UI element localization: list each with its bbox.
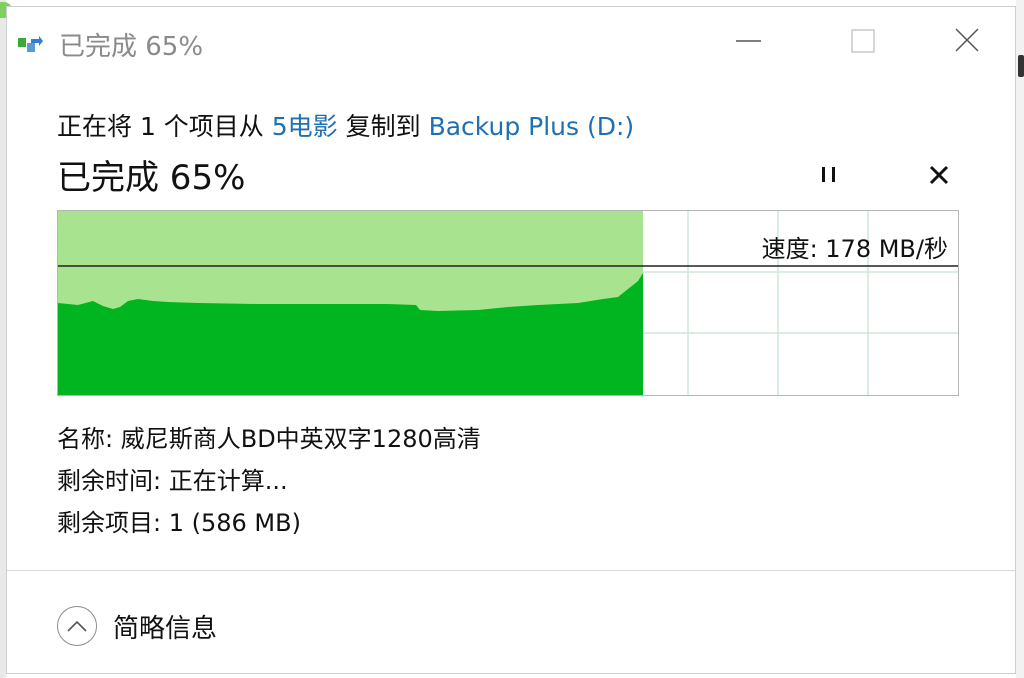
cancel-button[interactable] xyxy=(921,157,957,193)
detail-name-row: 名称: 威尼斯商人BD中英双字1280高清 xyxy=(57,419,481,461)
time-remaining-label: 剩余时间: xyxy=(57,467,162,495)
copy-summary: 正在将 1 个项目从 5电影 复制到 Backup Plus (D:) xyxy=(57,107,634,143)
close-window-button[interactable] xyxy=(942,21,992,61)
maximize-button[interactable] xyxy=(839,21,889,61)
detail-items-row: 剩余项目: 1 (586 MB) xyxy=(57,503,481,545)
fewer-details-label: 简略信息 xyxy=(113,613,218,644)
source-folder-link[interactable]: 5电影 xyxy=(272,112,338,141)
file-copy-icon xyxy=(18,36,43,52)
close-icon xyxy=(955,28,979,52)
chevron-up-icon xyxy=(67,620,87,632)
name-label: 名称: xyxy=(57,425,114,453)
cancel-icon xyxy=(929,165,949,185)
summary-middle: 复制到 xyxy=(337,112,429,141)
items-remaining-label: 剩余项目: xyxy=(57,509,162,537)
detail-time-row: 剩余时间: 正在计算... xyxy=(57,461,481,503)
time-remaining-value: 正在计算... xyxy=(168,467,288,495)
footer-divider xyxy=(7,570,1015,571)
destination-drive-link[interactable]: Backup Plus (D:) xyxy=(429,112,635,141)
maximize-icon xyxy=(851,29,875,53)
fewer-details-toggle[interactable]: 简略信息 xyxy=(57,603,217,649)
window-title: 已完成 65% xyxy=(59,32,204,62)
copy-progress-dialog: 已完成 65% 正在将 1 个项目从 5电影 复制到 Backup Plus (… xyxy=(6,6,1016,674)
background-edge-right xyxy=(1016,0,1024,678)
pause-button[interactable] xyxy=(811,157,847,193)
name-value: 威尼斯商人BD中英双字1280高清 xyxy=(120,425,481,453)
summary-prefix: 正在将 1 个项目从 xyxy=(57,112,272,141)
toggle-circle[interactable] xyxy=(57,606,97,646)
progress-title: 已完成 65% xyxy=(57,158,246,198)
background-fragment xyxy=(1018,55,1024,77)
minimize-icon xyxy=(736,40,761,42)
pause-icon xyxy=(822,167,835,182)
transfer-details: 名称: 威尼斯商人BD中英双字1280高清 剩余时间: 正在计算... 剩余项目… xyxy=(57,419,481,545)
title-bar[interactable]: 已完成 65% xyxy=(7,7,1015,77)
items-remaining-value: 1 (586 MB) xyxy=(168,509,301,537)
speed-label: 速度: 178 MB/秒 xyxy=(761,235,948,263)
minimize-button[interactable] xyxy=(723,21,773,61)
transfer-speed-graph: 速度: 178 MB/秒 xyxy=(57,210,959,396)
